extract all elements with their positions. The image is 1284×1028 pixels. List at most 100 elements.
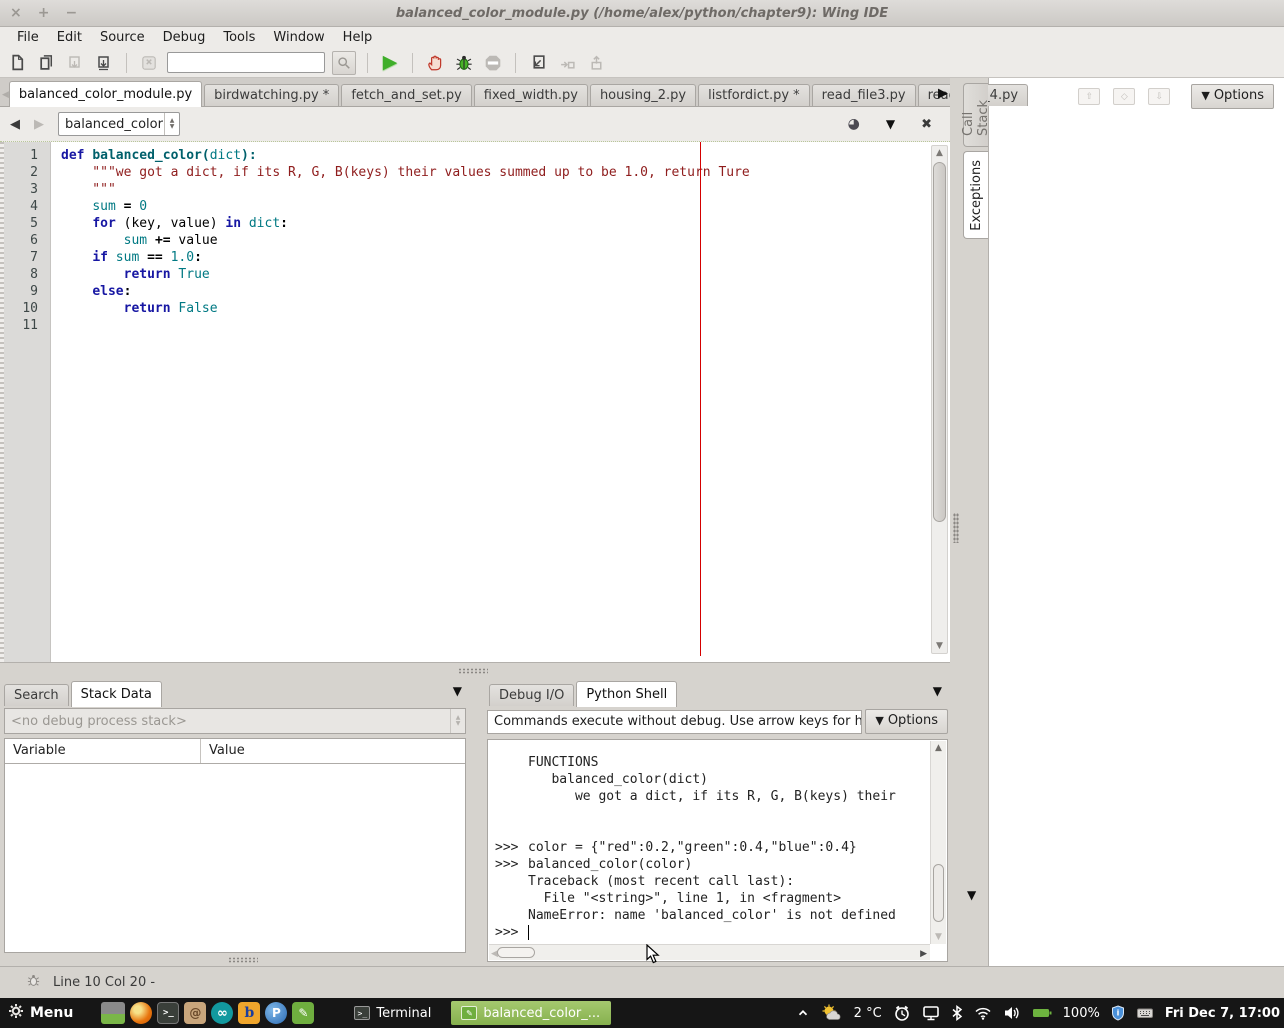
scrollbar-thumb[interactable] [497, 947, 535, 958]
tray-expand-icon[interactable] [796, 1006, 810, 1020]
tab-scroll-left-icon[interactable]: ◀ [2, 90, 9, 106]
scroll-up-icon[interactable]: ▲ [932, 148, 947, 158]
terminal-launcher-icon[interactable]: >_ [157, 1002, 179, 1024]
editor-vertical-scrollbar[interactable]: ▲ ▼ [931, 145, 948, 654]
bluefish-launcher-icon[interactable]: b [238, 1002, 260, 1024]
editor-tab-listfordict-py[interactable]: listfordict.py * [698, 84, 810, 106]
call-stack-options-button[interactable]: ▼Options [1191, 84, 1274, 109]
battery-icon[interactable] [1032, 1007, 1052, 1019]
menu-item-tools[interactable]: Tools [214, 28, 264, 47]
save-file-icon-disabled [64, 52, 86, 74]
scrollbar-thumb[interactable] [933, 864, 944, 922]
pause-hand-icon[interactable] [424, 52, 446, 74]
code-editor[interactable]: 1234567891011 def balanced_color(dict): … [0, 142, 950, 663]
panel-tab-python-shell[interactable]: Python Shell [576, 681, 677, 707]
shell-vertical-scrollbar[interactable]: ▲ ▼ [930, 741, 946, 944]
step-into-icon[interactable] [527, 52, 549, 74]
panel-tab-search[interactable]: Search [4, 684, 69, 706]
editor-tab-fetch-and-set-py[interactable]: fetch_and_set.py [341, 84, 471, 106]
editor-menu-dropdown-icon[interactable]: ▼ [886, 117, 895, 131]
menu-item-help[interactable]: Help [334, 28, 382, 47]
menu-item-source[interactable]: Source [91, 28, 154, 47]
display-icon[interactable] [922, 1005, 940, 1021]
panel-tab-stack-data[interactable]: Stack Data [71, 681, 162, 707]
shield-icon[interactable]: i [1111, 1005, 1125, 1021]
keyboard-icon[interactable] [1136, 1006, 1154, 1020]
media-launcher-icon[interactable]: ∞ [211, 1002, 233, 1024]
new-file-icon[interactable] [6, 52, 28, 74]
code-token: : [194, 250, 202, 265]
editor-tab-birdwatching-py[interactable]: birdwatching.py * [204, 84, 339, 106]
panel-collapse-icon[interactable]: ▼ [967, 888, 976, 902]
show-desktop-launcher-icon[interactable] [101, 1002, 125, 1024]
panel-resize-handle[interactable] [0, 953, 470, 966]
history-forward-icon[interactable]: ▶ [34, 117, 44, 132]
code-area[interactable]: def balanced_color(dict): """we got a di… [51, 142, 950, 662]
panel-tab-exceptions[interactable]: Exceptions [963, 151, 988, 239]
debug-stack-combo[interactable]: <no debug process stack> ▲ ▼ [4, 708, 466, 734]
panel-menu-icon[interactable]: ▼ [453, 684, 462, 698]
splitter-handle[interactable] [458, 668, 488, 674]
wifi-icon[interactable] [974, 1006, 992, 1020]
shell-output[interactable]: FUNCTIONS balanced_color(dict) we got a … [488, 740, 947, 941]
weather-icon[interactable] [821, 1004, 843, 1022]
close-editor-icon[interactable]: ✖ [921, 117, 932, 132]
panel-menu-icon[interactable]: ▼ [933, 684, 942, 698]
menu-item-edit[interactable]: Edit [48, 28, 91, 47]
symbol-combo[interactable]: balanced_color ▲ ▼ [58, 112, 180, 136]
task-button-terminal[interactable]: >_Terminal [344, 1001, 441, 1025]
search-input[interactable] [167, 52, 325, 73]
mail-launcher-icon[interactable]: @ [184, 1002, 206, 1024]
stack-current-frame-icon: ◇ [1113, 88, 1135, 105]
history-back-icon[interactable]: ◀ [10, 117, 20, 132]
code-token: dict [210, 148, 241, 163]
window-close-button[interactable]: × [10, 6, 22, 20]
window-maximize-button[interactable]: + [38, 6, 50, 20]
horizontal-splitter[interactable] [0, 663, 950, 678]
debug-run-icon[interactable]: ▶ [379, 52, 401, 74]
menu-item-window[interactable]: Window [264, 28, 333, 47]
debug-bug-icon[interactable] [453, 52, 475, 74]
splitter-handle[interactable] [228, 957, 258, 963]
moon-icon[interactable]: ◕ [848, 116, 860, 132]
bluetooth-icon[interactable] [951, 1005, 963, 1021]
editor-tab-housing-2-py[interactable]: housing_2.py [590, 84, 696, 106]
shell-options-button[interactable]: ▼Options [865, 709, 948, 734]
scroll-down-icon[interactable]: ▼ [932, 641, 947, 651]
browser-launcher-icon[interactable] [130, 1002, 152, 1024]
panel-tab-call-stack[interactable]: Call Stack [963, 83, 988, 147]
shell-horizontal-scrollbar[interactable]: ◀ ▶ [489, 944, 930, 960]
clock-text[interactable]: Fri Dec 7, 17:00 [1165, 1006, 1280, 1021]
toolbar-separator [515, 53, 516, 73]
panel-tab-debug-i-o[interactable]: Debug I/O [489, 684, 574, 706]
scroll-up-icon[interactable]: ▲ [935, 743, 942, 753]
menu-item-file[interactable]: File [8, 28, 48, 47]
scroll-down-icon[interactable]: ▼ [935, 932, 942, 942]
menu-item-debug[interactable]: Debug [154, 28, 215, 47]
devtool-launcher-icon[interactable]: P [265, 1002, 287, 1024]
alarm-clock-icon[interactable] [893, 1004, 911, 1022]
column-header-variable[interactable]: Variable [5, 739, 201, 763]
splitter-handle[interactable] [953, 513, 959, 543]
window-minimize-button[interactable]: − [65, 6, 77, 20]
battery-percent-text: 100% [1063, 1006, 1100, 1021]
vertical-splitter[interactable] [950, 78, 962, 966]
editor-tab-fixed-width-py[interactable]: fixed_width.py [474, 84, 588, 106]
code-token: value [171, 233, 218, 248]
column-header-value[interactable]: Value [201, 739, 253, 763]
python-shell[interactable]: FUNCTIONS balanced_color(dict) we got a … [487, 739, 948, 962]
task-button-balanced-color[interactable]: ✎balanced_color_... [451, 1001, 611, 1025]
code-line [61, 317, 950, 334]
editor-tab-read-file3-py[interactable]: read_file3.py [812, 84, 916, 106]
save-all-icon[interactable] [93, 52, 115, 74]
scrollbar-thumb[interactable] [933, 162, 946, 522]
tab-overflow-icon[interactable]: ▶ [938, 86, 948, 101]
menu-button[interactable]: Menu [4, 1003, 81, 1023]
search-button[interactable] [332, 51, 356, 75]
wing-launcher-icon[interactable]: ✎ [292, 1002, 314, 1024]
scroll-right-icon[interactable]: ▶ [920, 949, 927, 959]
volume-icon[interactable] [1003, 1005, 1021, 1021]
open-file-icon[interactable] [35, 52, 57, 74]
symbol-combo-spinner[interactable]: ▲ ▼ [164, 113, 179, 135]
editor-tab-balanced-color-module-py[interactable]: balanced_color_module.py [9, 81, 202, 107]
